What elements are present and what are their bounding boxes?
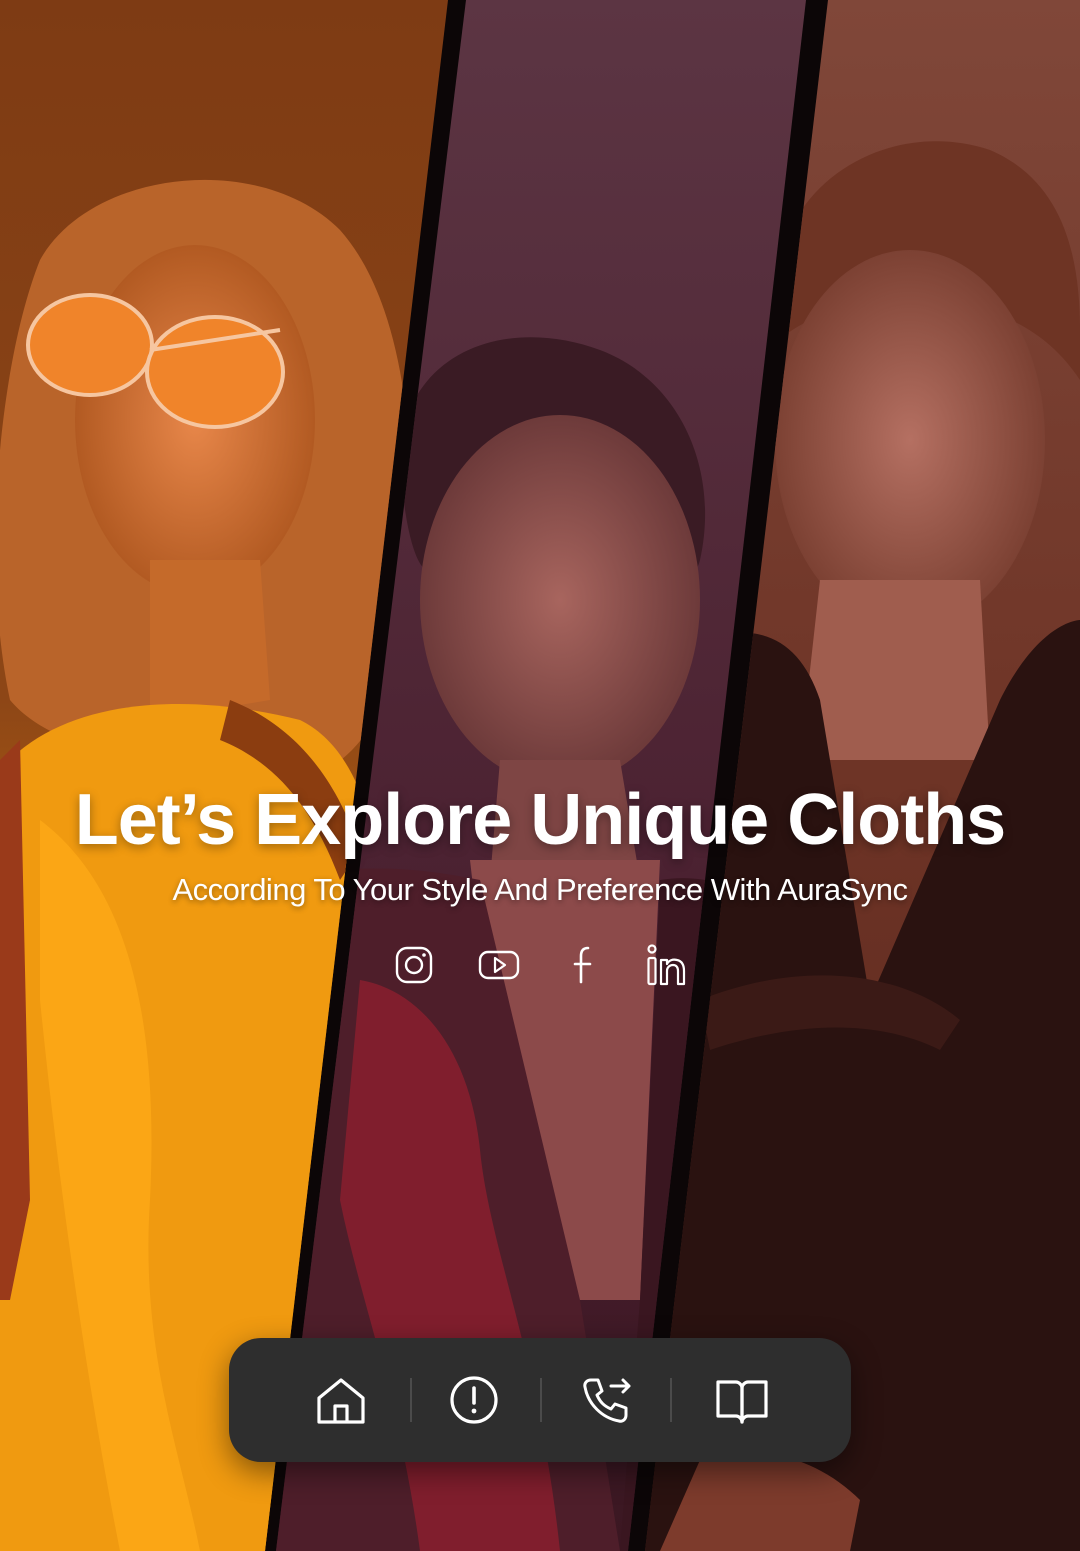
hero-title: Let’s Explore Unique Cloths	[74, 780, 1006, 860]
linkedin-icon	[647, 944, 686, 986]
nav-divider	[670, 1378, 672, 1422]
hero-section: Let’s Explore Unique Cloths According To…	[0, 770, 1080, 908]
bottom-navbar	[229, 1338, 851, 1462]
nav-divider	[410, 1378, 412, 1422]
book-icon	[716, 1380, 768, 1424]
info-icon	[450, 1376, 498, 1424]
nav-contact-button[interactable]	[573, 1368, 637, 1432]
instagram-link[interactable]	[392, 940, 436, 990]
youtube-link[interactable]	[477, 940, 521, 990]
nav-about-button[interactable]	[442, 1368, 506, 1432]
facebook-icon	[573, 946, 592, 984]
nav-divider	[540, 1378, 542, 1422]
social-links	[392, 940, 692, 990]
instagram-icon	[395, 946, 433, 984]
youtube-icon	[478, 950, 520, 980]
phone-icon	[583, 1378, 631, 1423]
hero-subtitle: According To Your Style And Preference W…	[172, 872, 908, 907]
home-icon	[317, 1378, 365, 1424]
linkedin-link[interactable]	[644, 940, 688, 990]
nav-home-button[interactable]	[309, 1368, 373, 1432]
facebook-link[interactable]	[562, 940, 606, 990]
nav-catalog-button[interactable]	[710, 1368, 774, 1432]
